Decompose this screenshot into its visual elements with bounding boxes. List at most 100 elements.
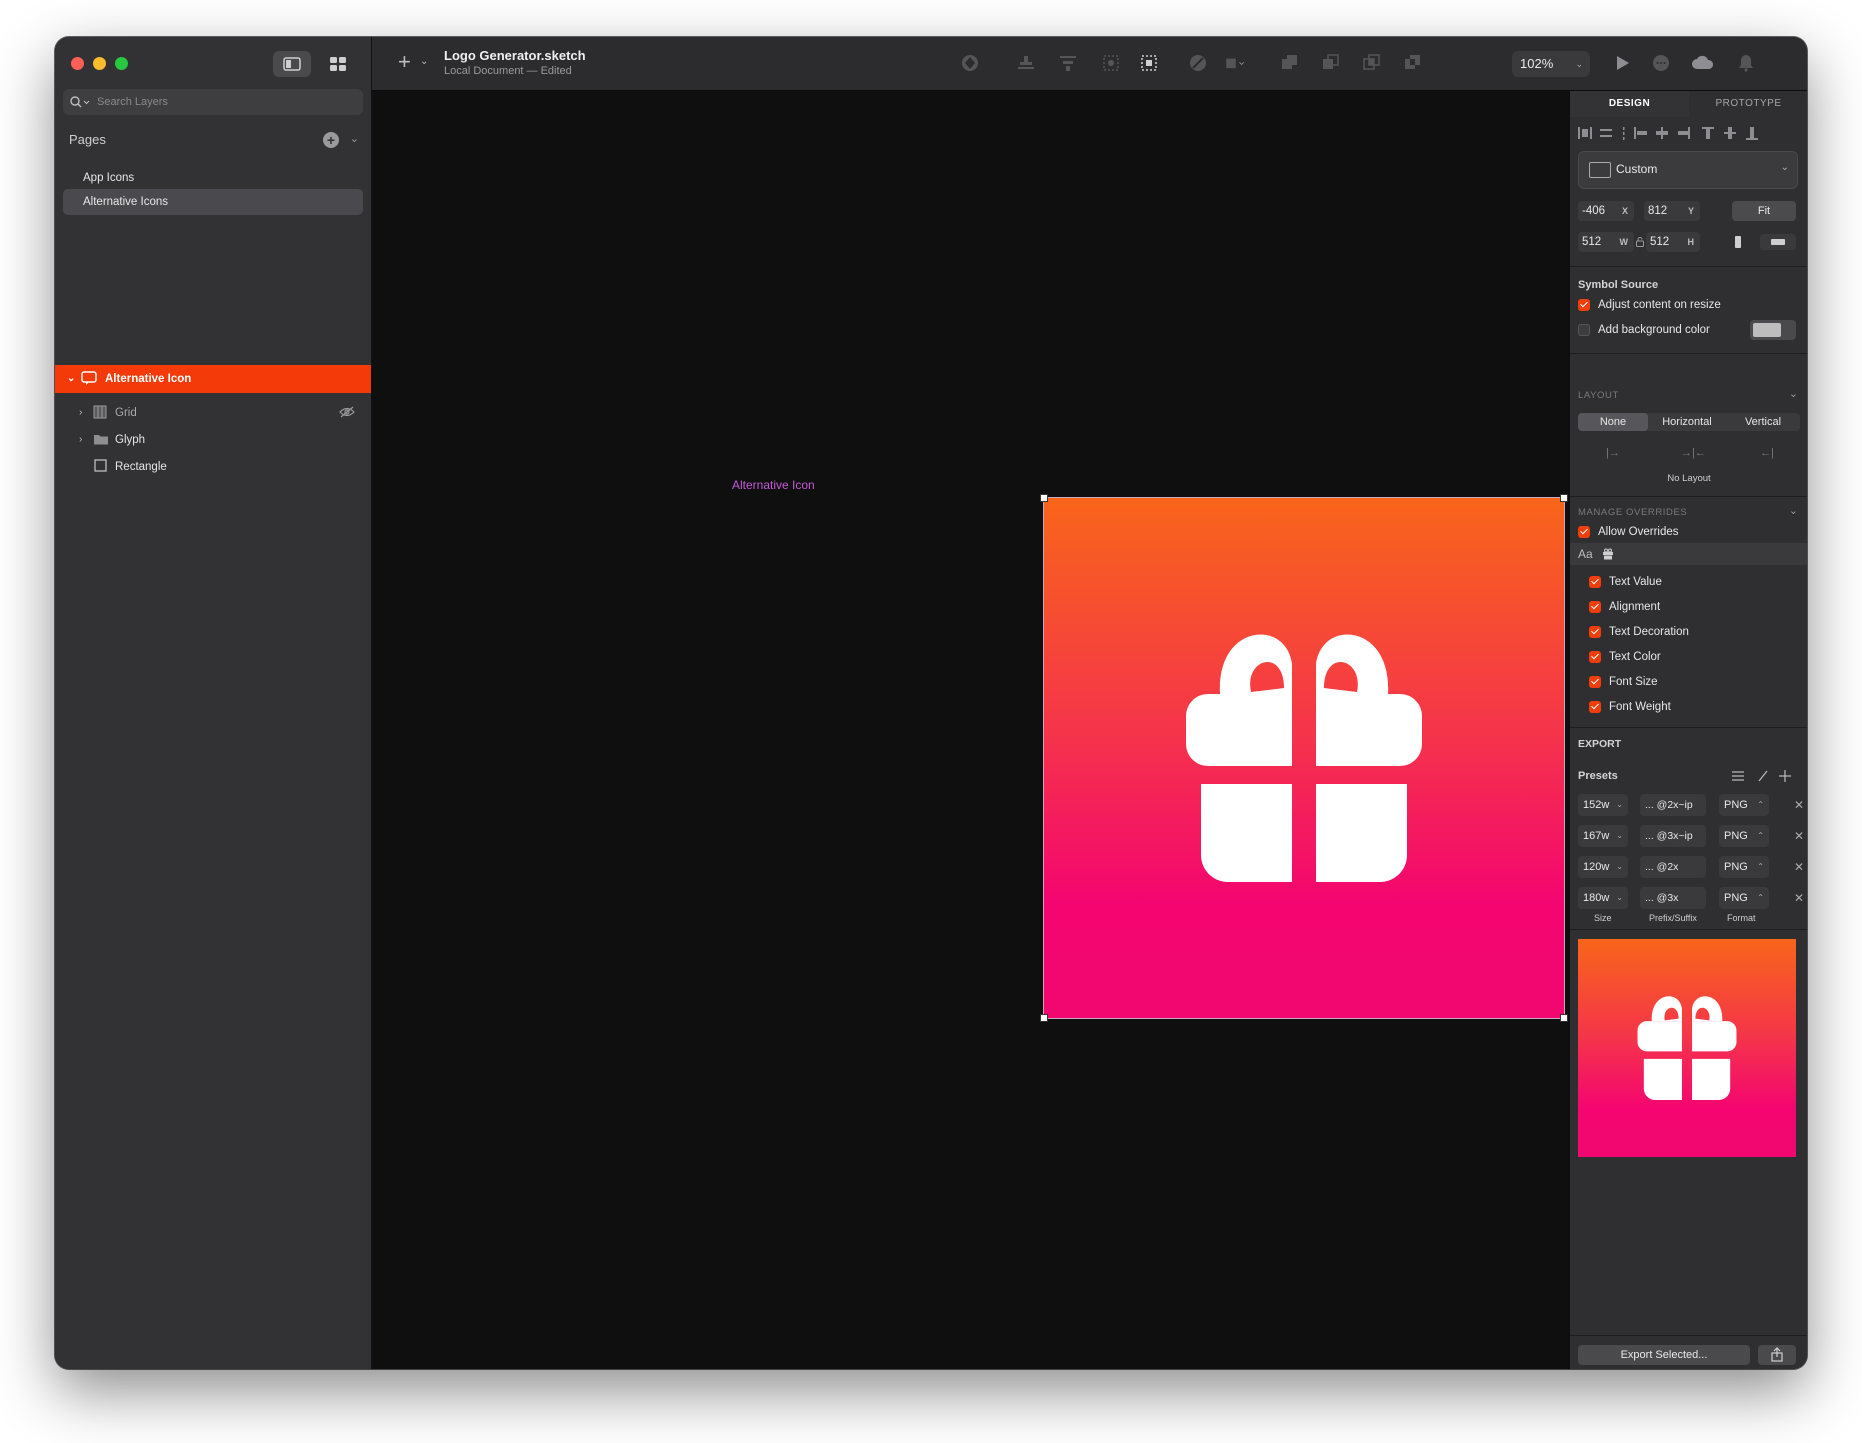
checkbox-checked[interactable] xyxy=(1589,651,1601,663)
alignment-icons[interactable] xyxy=(1578,125,1800,141)
preview-play-icon[interactable] xyxy=(1611,52,1633,74)
export-suffix-field[interactable]: ... @3x xyxy=(1640,887,1706,909)
checkbox-checked[interactable] xyxy=(1589,576,1601,588)
grid-view-icon xyxy=(330,57,346,71)
search-input[interactable] xyxy=(95,95,349,109)
artboard-alternative-icon[interactable] xyxy=(1040,494,1568,1022)
chevron-down-icon[interactable]: ⌄ xyxy=(420,56,428,67)
comment-icon[interactable] xyxy=(1650,52,1672,74)
canvas[interactable]: Alternative Icon xyxy=(372,91,1570,1369)
difference-icon[interactable] xyxy=(1402,52,1424,74)
transform-icon[interactable] xyxy=(1224,52,1246,74)
intersect-icon[interactable] xyxy=(1361,52,1383,74)
mask-icon[interactable] xyxy=(1100,52,1122,74)
align-left-icon[interactable]: |→ xyxy=(1606,447,1620,459)
layout-horizontal-option[interactable]: Horizontal xyxy=(1650,413,1724,431)
page-item-app-icons[interactable]: App Icons xyxy=(63,165,363,191)
y-position-field[interactable]: 812 Y xyxy=(1644,201,1700,221)
zoom-button[interactable] xyxy=(115,57,128,70)
flatten-icon[interactable] xyxy=(1187,52,1209,74)
add-page-icon[interactable]: + xyxy=(323,132,339,148)
artboard-preset-select[interactable]: Custom ⌄ xyxy=(1578,151,1798,189)
checkbox-label: Text Value xyxy=(1609,576,1662,588)
remove-icon[interactable]: ✕ xyxy=(1794,856,1804,878)
layer-glyph[interactable]: › Glyph xyxy=(55,426,371,454)
align-bottom-icon[interactable] xyxy=(1015,52,1037,74)
chevron-down-icon[interactable]: ⌄ xyxy=(67,365,75,393)
export-format-select[interactable]: PNG ⌃ xyxy=(1719,825,1769,847)
checkbox-checked[interactable] xyxy=(1578,299,1590,311)
fit-button[interactable]: Fit xyxy=(1732,201,1796,221)
cloud-icon[interactable] xyxy=(1690,52,1716,74)
remove-icon[interactable]: ✕ xyxy=(1794,887,1804,909)
align-right-icon[interactable]: ←| xyxy=(1760,447,1774,459)
export-size-select[interactable]: 180w ⌄ xyxy=(1578,887,1628,909)
layout-none-option[interactable]: None xyxy=(1578,413,1648,431)
alignment-toolbar xyxy=(1578,125,1800,141)
checkbox-checked[interactable] xyxy=(1589,626,1601,638)
hidden-eye-icon[interactable] xyxy=(339,406,355,418)
chevron-right-icon[interactable]: › xyxy=(79,399,82,427)
minimize-button[interactable] xyxy=(93,57,106,70)
tab-prototype[interactable]: PROTOTYPE xyxy=(1689,91,1807,117)
zoom-select[interactable]: 102% ⌄ xyxy=(1512,51,1590,77)
no-layout-label: No Layout xyxy=(1667,473,1711,484)
share-button[interactable] xyxy=(1758,1345,1796,1365)
orientation-icons[interactable] xyxy=(1720,234,1796,250)
checkbox-checked[interactable] xyxy=(1578,526,1590,538)
export-format-select[interactable]: PNG ⌃ xyxy=(1719,856,1769,878)
resize-handle[interactable] xyxy=(1040,1014,1048,1022)
notification-bell-icon[interactable] xyxy=(1735,52,1757,74)
layout-vertical-option[interactable]: Vertical xyxy=(1726,413,1800,431)
chevron-down-icon[interactable]: ⌄ xyxy=(1789,504,1798,517)
layers-sidebar: Pages + ⌄ App Icons Alternative Icons ⌄ … xyxy=(55,37,372,1369)
page-item-alternative-icons[interactable]: Alternative Icons xyxy=(63,189,363,215)
artboard-title[interactable]: Alternative Icon xyxy=(732,478,815,492)
layer-list-view-button[interactable] xyxy=(273,51,311,77)
close-button[interactable] xyxy=(71,57,84,70)
export-suffix-field[interactable]: ... @2x~ip xyxy=(1640,794,1706,816)
tab-design[interactable]: DESIGN xyxy=(1570,91,1689,117)
components-view-button[interactable] xyxy=(319,51,357,77)
override-layer-row[interactable]: Aa xyxy=(1570,543,1807,565)
lock-icon[interactable] xyxy=(1636,237,1644,247)
checkbox-label: Adjust content on resize xyxy=(1598,299,1721,311)
layer-grid[interactable]: › Grid xyxy=(55,399,371,427)
distribute-icon[interactable] xyxy=(1057,52,1079,74)
checkbox-unchecked[interactable] xyxy=(1578,324,1590,336)
height-field[interactable]: 512 H xyxy=(1646,232,1700,252)
resize-handle[interactable] xyxy=(1040,494,1048,502)
export-suffix-field[interactable]: ... @3x~ip xyxy=(1640,825,1706,847)
union-icon[interactable] xyxy=(1279,52,1301,74)
scale-icon[interactable] xyxy=(1138,52,1160,74)
search-layers-field[interactable] xyxy=(63,89,363,115)
layers-panel-icon xyxy=(283,57,301,71)
layer-alternative-icon[interactable]: ⌄ Alternative Icon xyxy=(55,365,371,393)
export-preset-icons[interactable] xyxy=(1731,769,1797,783)
create-symbol-icon[interactable] xyxy=(959,52,981,74)
export-size-select[interactable]: 152w ⌄ xyxy=(1578,794,1628,816)
remove-icon[interactable]: ✕ xyxy=(1794,825,1804,847)
insert-icon[interactable]: + xyxy=(398,51,411,73)
chevron-down-icon[interactable]: ⌄ xyxy=(350,132,359,145)
checkbox-checked[interactable] xyxy=(1589,701,1601,713)
resize-handle[interactable] xyxy=(1560,494,1568,502)
checkbox-checked[interactable] xyxy=(1589,676,1601,688)
x-position-field[interactable]: -406 X xyxy=(1578,201,1634,221)
align-center-icon[interactable]: →|← xyxy=(1681,447,1706,459)
export-format-select[interactable]: PNG ⌃ xyxy=(1719,794,1769,816)
export-selected-button[interactable]: Export Selected... xyxy=(1578,1345,1750,1365)
background-color-well[interactable] xyxy=(1750,320,1796,340)
export-size-select[interactable]: 167w ⌄ xyxy=(1578,825,1628,847)
subtract-icon[interactable] xyxy=(1320,52,1342,74)
export-suffix-field[interactable]: ... @2x xyxy=(1640,856,1706,878)
layer-rectangle[interactable]: Rectangle xyxy=(55,453,371,481)
export-format-select[interactable]: PNG ⌃ xyxy=(1719,887,1769,909)
checkbox-checked[interactable] xyxy=(1589,601,1601,613)
resize-handle[interactable] xyxy=(1560,1014,1568,1022)
remove-icon[interactable]: ✕ xyxy=(1794,794,1804,816)
width-field[interactable]: 512 W xyxy=(1578,232,1634,252)
chevron-right-icon[interactable]: › xyxy=(79,426,82,454)
chevron-down-icon[interactable]: ⌄ xyxy=(1789,387,1798,400)
export-size-select[interactable]: 120w ⌄ xyxy=(1578,856,1628,878)
